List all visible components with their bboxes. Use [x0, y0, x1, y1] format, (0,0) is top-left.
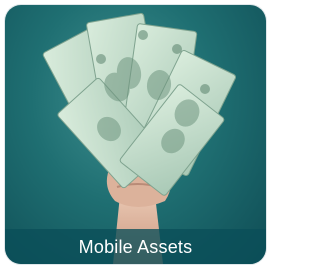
tile-caption: Mobile Assets [78, 236, 193, 257]
mobile-assets-tile[interactable]: Mobile Assets [5, 5, 266, 264]
money-fist-image [42, 12, 237, 264]
caption-bar: Mobile Assets [5, 229, 266, 264]
